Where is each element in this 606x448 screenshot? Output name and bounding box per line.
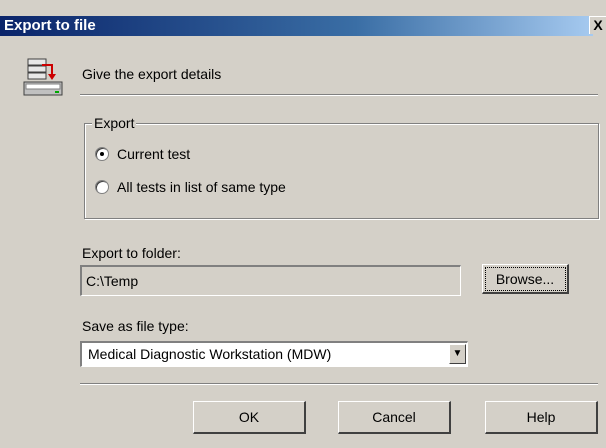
help-button[interactable]: Help bbox=[485, 401, 598, 434]
ok-button[interactable]: OK bbox=[193, 401, 306, 434]
file-type-label: Save as file type: bbox=[82, 318, 189, 334]
folder-input[interactable] bbox=[80, 265, 461, 296]
export-groupbox bbox=[84, 123, 599, 219]
radio-current-test[interactable]: Current test bbox=[95, 146, 190, 162]
footer-divider bbox=[80, 383, 598, 385]
title-bar: Export to file bbox=[0, 16, 593, 36]
export-group-legend: Export bbox=[92, 115, 137, 131]
folder-label: Export to folder: bbox=[82, 245, 181, 261]
radio-all-tests-label: All tests in list of same type bbox=[117, 179, 286, 195]
close-button[interactable]: X bbox=[589, 16, 606, 34]
radio-all-tests-button[interactable] bbox=[95, 180, 109, 194]
radio-all-tests[interactable]: All tests in list of same type bbox=[95, 179, 286, 195]
header-instruction: Give the export details bbox=[82, 66, 222, 82]
export-dialog: Export to file X Give the export details… bbox=[0, 0, 606, 448]
file-type-selected-value: Medical Diagnostic Workstation (MDW) bbox=[88, 346, 332, 362]
header-divider bbox=[80, 94, 598, 96]
cancel-button[interactable]: Cancel bbox=[338, 401, 451, 434]
export-to-disk-icon bbox=[23, 58, 63, 96]
dropdown-arrow-icon[interactable]: ▼ bbox=[449, 344, 466, 364]
radio-current-test-label: Current test bbox=[117, 146, 191, 162]
window-title: Export to file bbox=[4, 17, 96, 34]
radio-current-test-button[interactable] bbox=[95, 147, 109, 161]
browse-button[interactable]: Browse... bbox=[482, 264, 569, 294]
file-type-select[interactable]: Medical Diagnostic Workstation (MDW) ▼ bbox=[80, 341, 468, 367]
